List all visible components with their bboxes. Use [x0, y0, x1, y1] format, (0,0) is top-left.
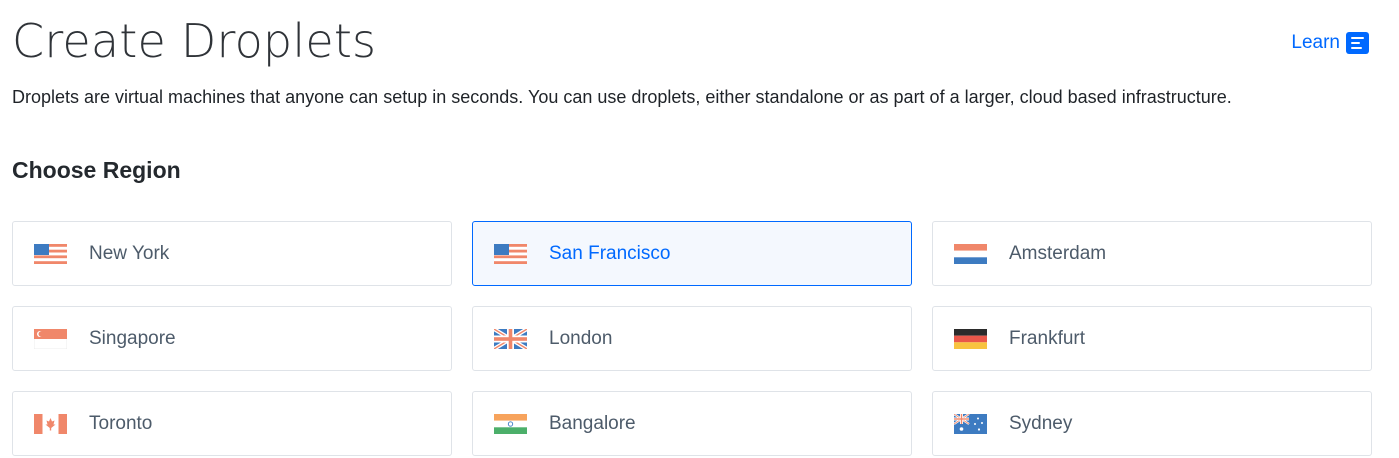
region-card-frankfurt[interactable]: Frankfurt — [932, 306, 1372, 371]
region-card-amsterdam[interactable]: Amsterdam — [932, 221, 1372, 286]
region-name: Bangalore — [549, 412, 636, 434]
us-flag-icon — [34, 243, 67, 264]
region-card-singapore[interactable]: Singapore — [12, 306, 452, 371]
region-card-san-francisco[interactable]: San Francisco — [472, 221, 912, 286]
region-name: London — [549, 327, 613, 349]
india-flag-icon — [494, 413, 527, 434]
region-name: San Francisco — [549, 242, 671, 264]
region-card-new-york[interactable]: New York — [12, 221, 452, 286]
region-name: Toronto — [89, 412, 153, 434]
region-name: Amsterdam — [1009, 242, 1107, 264]
australia-flag-icon — [954, 413, 987, 434]
region-name: New York — [89, 242, 170, 264]
region-name: Singapore — [89, 327, 176, 349]
netherlands-flag-icon — [954, 243, 987, 264]
region-grid: New York San Francisco Amsterdam Singapo… — [12, 221, 1372, 456]
learn-label: Learn — [1291, 32, 1340, 53]
region-card-bangalore[interactable]: Bangalore — [472, 391, 912, 456]
learn-link[interactable]: Learn — [1291, 32, 1369, 54]
choose-region-heading: Choose Region — [12, 157, 181, 183]
germany-flag-icon — [954, 328, 987, 349]
singapore-flag-icon — [34, 328, 67, 349]
page-description: Droplets are virtual machines that anyon… — [12, 87, 1232, 107]
region-card-sydney[interactable]: Sydney — [932, 391, 1372, 456]
uk-flag-icon — [494, 328, 527, 349]
region-name: Sydney — [1009, 412, 1073, 434]
region-name: Frankfurt — [1009, 327, 1086, 349]
region-card-toronto[interactable]: Toronto — [12, 391, 452, 456]
page-title: Create Droplets — [12, 14, 377, 68]
canada-flag-icon — [34, 413, 67, 434]
us-flag-icon — [494, 243, 527, 264]
region-card-london[interactable]: London — [472, 306, 912, 371]
document-icon — [1346, 32, 1369, 54]
